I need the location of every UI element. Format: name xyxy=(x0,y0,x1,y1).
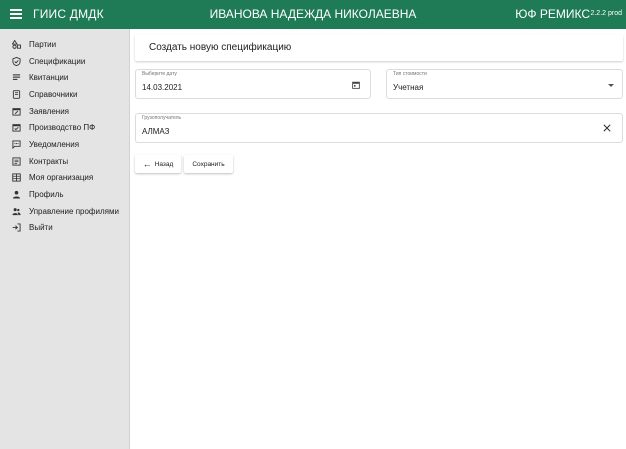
calendar-icon[interactable] xyxy=(352,81,360,89)
sidebar-item-label: Партии xyxy=(29,39,57,49)
page-title: Создать новую спецификацию xyxy=(149,42,292,53)
sidebar-item-label: Выйти xyxy=(29,223,53,233)
consignee-input[interactable] xyxy=(142,127,531,136)
sidebar-item-label: Профиль xyxy=(29,190,64,200)
sidebar-item-label: Производство ПФ xyxy=(29,123,96,133)
org-name: ЮФ РЕМИКС xyxy=(515,7,590,21)
person-icon xyxy=(12,190,21,199)
sidebar-item-profile[interactable]: Профиль xyxy=(0,186,129,203)
sidebar-item-applications[interactable]: Заявления xyxy=(0,103,129,120)
app-header: ГИИС ДМДК ИВАНОВА НАДЕЖДА НИКОЛАЕВНА ЮФ … xyxy=(0,0,626,29)
receipt-list-icon xyxy=(12,73,21,82)
sidebar-item-references[interactable]: Справочники xyxy=(0,86,129,103)
sidebar-item-label: Спецификации xyxy=(29,56,86,66)
people-icon xyxy=(12,207,21,216)
main-content: Создать новую спецификацию Выберите дату… xyxy=(130,29,626,449)
page-title-card: Создать новую спецификацию xyxy=(135,35,623,61)
cost-type-label: Тип стоимости xyxy=(393,71,427,77)
sidebar-item-specifications[interactable]: Спецификации xyxy=(0,53,129,70)
consignee-label: Грузополучатель xyxy=(142,115,182,121)
sidebar-item-label: Управление профилями xyxy=(29,206,119,216)
back-button[interactable]: ← Назад xyxy=(135,155,181,173)
date-field-label: Выберите дату xyxy=(142,71,177,77)
sidebar-item-label: Уведомления xyxy=(29,139,80,149)
sidebar-item-production[interactable]: Производство ПФ xyxy=(0,119,129,136)
chat-dots-icon xyxy=(12,140,21,149)
sidebar-item-notifications[interactable]: Уведомления xyxy=(0,136,129,153)
sidebar-item-logout[interactable]: Выйти xyxy=(0,220,129,237)
save-button[interactable]: Сохранить xyxy=(184,155,233,173)
shield-check-icon xyxy=(12,56,21,66)
back-button-label: Назад xyxy=(154,160,174,168)
sidebar: Партии Спецификации Квитанции Справочник… xyxy=(0,29,130,449)
chevron-down-icon[interactable] xyxy=(608,84,614,87)
app-version: 2.2.2 prod xyxy=(590,10,622,17)
cost-type-select[interactable]: Тип стоимости Учетная xyxy=(386,69,623,99)
app-title: ГИИС ДМДК xyxy=(33,7,104,21)
book-icon xyxy=(12,90,21,99)
calendar-edit-icon xyxy=(12,107,21,116)
date-field[interactable]: Выберите дату xyxy=(135,69,371,99)
sidebar-item-contracts[interactable]: Контракты xyxy=(0,153,129,170)
building-icon xyxy=(12,173,21,182)
sidebar-item-label: Моя организация xyxy=(29,173,94,183)
logout-icon xyxy=(12,223,21,232)
sidebar-item-manage-profiles[interactable]: Управление профилями xyxy=(0,203,129,220)
sidebar-item-label: Справочники xyxy=(29,89,78,99)
sidebar-item-label: Контракты xyxy=(29,156,69,166)
menu-icon[interactable] xyxy=(10,9,22,20)
cost-type-value: Учетная xyxy=(393,83,424,92)
calendar-check-icon xyxy=(12,123,21,132)
close-icon[interactable] xyxy=(603,124,611,132)
sidebar-item-receipts[interactable]: Квитанции xyxy=(0,69,129,86)
consignee-field[interactable]: Грузополучатель xyxy=(135,113,623,143)
date-input[interactable] xyxy=(142,83,330,92)
document-lines-icon xyxy=(12,157,21,166)
arrow-left-icon: ← xyxy=(142,158,152,169)
sidebar-item-my-organization[interactable]: Моя организация xyxy=(0,170,129,187)
sidebar-item-label: Заявления xyxy=(29,106,70,116)
sidebar-item-label: Квитанции xyxy=(29,73,69,83)
sidebar-item-parties[interactable]: Партии xyxy=(0,36,129,53)
shapes-icon xyxy=(12,39,21,49)
